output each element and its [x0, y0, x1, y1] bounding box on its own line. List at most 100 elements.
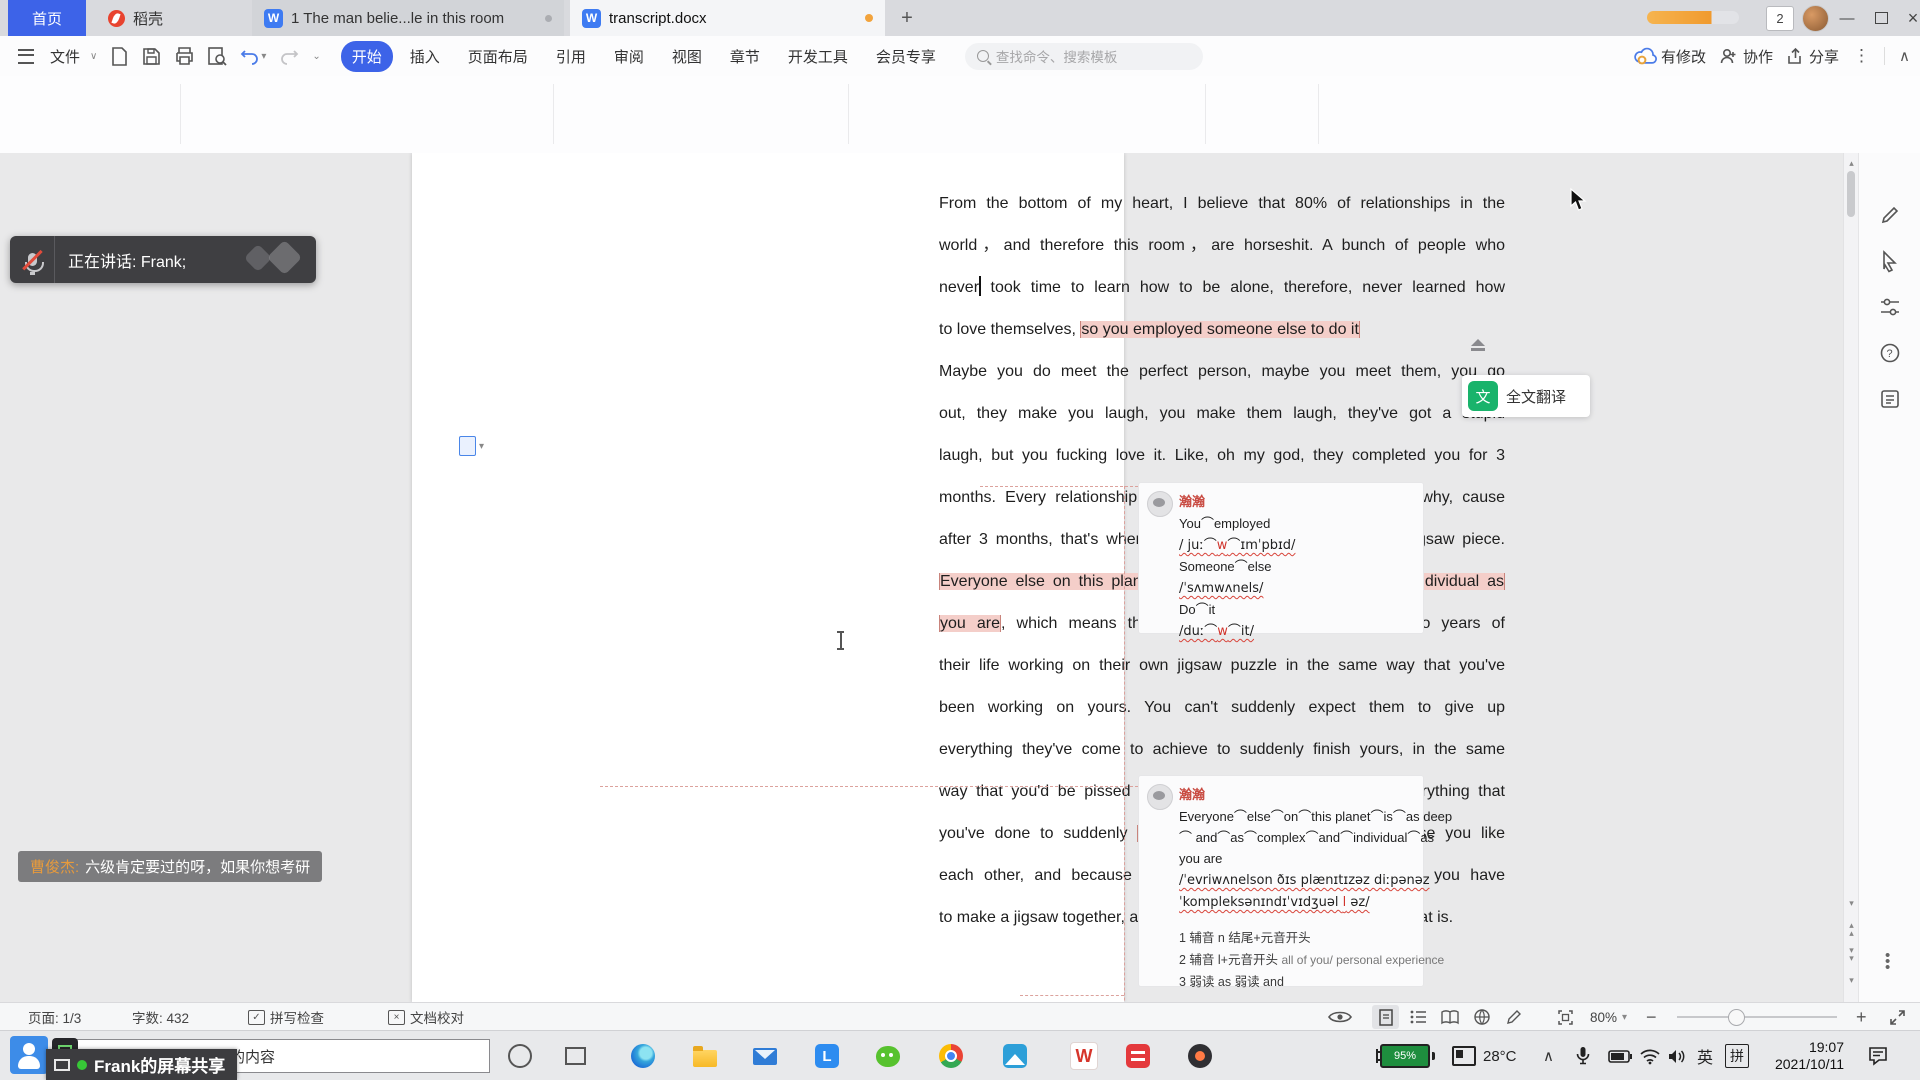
zoom-slider-knob[interactable] [1728, 1009, 1745, 1026]
comment-card-1[interactable]: 瀚瀚 You⌒employed/ juː⌒w⌒ɪmˈpbɪd/Someone⌒e… [1138, 482, 1424, 634]
document-line[interactable]: everything they've come to achieve to su… [939, 729, 1505, 771]
menu-item-references[interactable]: 引用 [545, 41, 597, 72]
web-view-button[interactable] [1468, 1005, 1495, 1029]
collaborate-button[interactable]: 协作 [1720, 46, 1773, 67]
hamburger-icon[interactable] [18, 49, 34, 64]
battery-charging-indicator[interactable]: 95% [1368, 1031, 1435, 1080]
menu-item-dev-tools[interactable]: 开发工具 [777, 41, 859, 72]
menu-item-section[interactable]: 章节 [719, 41, 771, 72]
document-line[interactable]: their life working on their own jigsaw p… [939, 645, 1505, 687]
photos-app-icon[interactable] [1000, 1041, 1030, 1071]
tray-battery-icon[interactable] [1608, 1031, 1632, 1080]
scroll-down-icon[interactable]: ▾ [1844, 898, 1859, 909]
next-page-icon[interactable]: ▾▾ [1844, 946, 1859, 962]
member-promo-banner[interactable] [1647, 11, 1739, 24]
sync-status[interactable]: 有修改 [1634, 46, 1706, 67]
new-document-icon[interactable] [111, 47, 128, 66]
volume-icon[interactable] [1668, 1031, 1686, 1080]
language-indicator[interactable]: 英 [1697, 1031, 1713, 1080]
scrollbar-thumb[interactable] [1847, 171, 1855, 217]
edit-pen-icon[interactable] [1880, 205, 1900, 225]
select-tool-icon[interactable] [1880, 251, 1900, 271]
document-line[interactable]: out, they make you laugh, you make them … [939, 393, 1505, 435]
meeting-app-taskbar-icon[interactable] [10, 1036, 48, 1074]
document-line[interactable]: Maybe you do meet the perfect person, ma… [939, 351, 1505, 393]
document-line[interactable]: laugh, but you fucking love it. Like, oh… [939, 435, 1505, 477]
margin-widget[interactable]: ▾ [459, 436, 484, 456]
zoom-slider-track[interactable] [1677, 1016, 1837, 1018]
quickbar-more-caret-icon[interactable]: ⌄ [312, 51, 320, 62]
more-options-icon[interactable]: ⋮ [1853, 46, 1870, 66]
wechat-icon[interactable] [873, 1041, 903, 1071]
maximize-button[interactable] [1867, 4, 1895, 32]
recorder-app-icon[interactable] [1185, 1041, 1215, 1071]
cortana-icon[interactable] [505, 1041, 535, 1071]
page-indicator[interactable]: 页面: 1/3 [28, 1003, 81, 1031]
settings-sliders-icon[interactable] [1880, 297, 1900, 317]
outline-view-button[interactable] [1404, 1005, 1431, 1029]
clock[interactable]: 19:07 2021/10/11 [1748, 1031, 1844, 1080]
collapse-ribbon-icon[interactable]: ∧ [1899, 47, 1910, 65]
mail-app-icon[interactable] [750, 1041, 780, 1071]
scroll-up-icon[interactable]: ▴ [1844, 158, 1859, 169]
zoom-level[interactable]: 80% ▾ [1590, 1003, 1627, 1031]
scroll-down-icon[interactable]: ▾ [1844, 975, 1859, 986]
zoom-out-button[interactable]: − [1646, 1003, 1657, 1031]
chrome-icon[interactable] [936, 1041, 966, 1071]
menu-item-home[interactable]: 开始 [341, 41, 393, 72]
proofread-toggle[interactable]: × 文档校对 [388, 1003, 464, 1031]
previous-page-icon[interactable]: ▴▴ [1844, 921, 1859, 937]
menu-item-member[interactable]: 会员专享 [865, 41, 947, 72]
user-avatar[interactable] [1802, 5, 1829, 32]
reading-eye-icon[interactable] [1328, 1009, 1352, 1025]
edge-browser-icon[interactable] [628, 1041, 658, 1071]
collapse-panel-icon[interactable] [1470, 339, 1486, 353]
document-line[interactable]: From the bottom of my heart, I believe t… [939, 183, 1505, 225]
vertical-scrollbar[interactable]: ▴ ▾ ▴▴ ▾▾ ▾ [1843, 153, 1859, 1002]
red-app-icon[interactable] [1123, 1041, 1153, 1071]
tab-document-1[interactable]: W 1 The man belie...le in this room [252, 0, 564, 36]
document-line[interactable]: been working on yours. You can't suddenl… [939, 687, 1505, 729]
menu-item-insert[interactable]: 插入 [399, 41, 451, 72]
command-search-box[interactable]: 查找命令、搜索模板 [965, 43, 1203, 70]
task-view-icon[interactable] [560, 1041, 590, 1071]
tab-document-2-active[interactable]: W transcript.docx [570, 0, 885, 36]
page-view-button[interactable] [1372, 1005, 1399, 1029]
news-weather-widget[interactable]: 28°C [1452, 1031, 1517, 1080]
file-menu[interactable]: 文件 [40, 46, 90, 67]
undo-button[interactable]: ▾ [241, 48, 266, 64]
wifi-icon[interactable] [1640, 1031, 1660, 1080]
action-center-icon[interactable] [1868, 1031, 1888, 1080]
document-line[interactable]: to love themselves, so you employed some… [939, 309, 1505, 351]
book-view-button[interactable] [1436, 1005, 1463, 1029]
close-button[interactable]: × [1899, 4, 1920, 32]
ink-view-button[interactable] [1500, 1005, 1527, 1029]
meeting-speaking-overlay[interactable]: 正在讲话: Frank; [10, 236, 316, 283]
full-text-translate-button[interactable]: 文 全文翻译 [1462, 375, 1590, 417]
rail-more-icon[interactable]: ••• [1885, 953, 1890, 971]
fullscreen-button[interactable] [1884, 1005, 1911, 1029]
fit-page-button[interactable] [1552, 1005, 1579, 1029]
tab-docer[interactable]: 稻壳 [96, 0, 175, 36]
redo-icon-disabled[interactable] [280, 48, 298, 64]
tray-mic-icon[interactable] [1576, 1031, 1590, 1080]
help-icon[interactable]: ? [1880, 343, 1900, 363]
tab-home[interactable]: 首页 [8, 0, 86, 36]
wps-writer-taskbar-icon[interactable]: W [1069, 1041, 1099, 1071]
document-line[interactable]: never took time to learn how to be alone… [939, 267, 1505, 309]
print-icon[interactable] [175, 47, 194, 65]
file-explorer-icon[interactable] [690, 1041, 720, 1071]
word-count[interactable]: 字数: 432 [132, 1003, 189, 1031]
notes-icon[interactable] [1880, 389, 1900, 409]
menu-item-review[interactable]: 审阅 [603, 41, 655, 72]
comment-card-2[interactable]: 瀚瀚 Everyone⌒else⌒on⌒this planet⌒is⌒as de… [1138, 775, 1424, 987]
ime-indicator[interactable]: 拼 [1725, 1031, 1749, 1080]
menu-item-view[interactable]: 视图 [661, 41, 713, 72]
tab-close-dot-icon[interactable] [545, 15, 552, 22]
new-tab-button[interactable]: + [893, 3, 921, 33]
upgrade-count-badge[interactable]: 2 [1766, 6, 1794, 31]
spell-check-toggle[interactable]: ✓ 拼写检查 [248, 1003, 324, 1031]
tray-expand-icon[interactable]: ∧ [1543, 1031, 1554, 1080]
print-preview-icon[interactable] [208, 47, 227, 66]
save-icon[interactable] [142, 47, 161, 66]
